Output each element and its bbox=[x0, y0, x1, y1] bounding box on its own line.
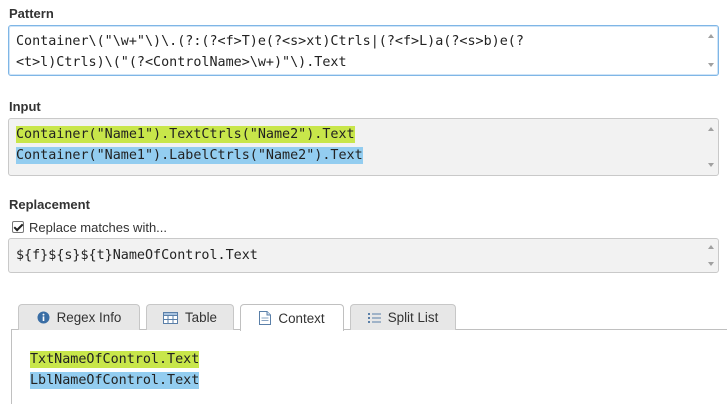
pattern-line: <t>l)Ctrls)\("(?<ControlName>\w+)"\).Tex… bbox=[16, 55, 347, 70]
info-icon bbox=[37, 311, 50, 324]
scroll-up-icon[interactable] bbox=[708, 245, 714, 249]
input-match-1: Container("Name1").TextCtrls("Name2").Te… bbox=[16, 126, 355, 143]
table-icon bbox=[162, 311, 178, 324]
pattern-line: Container\("\w+"\)\.(?:(?<f>T)e(?<s>xt)C… bbox=[16, 34, 524, 49]
replace-matches-checkbox[interactable] bbox=[12, 221, 24, 233]
scroll-up-icon[interactable] bbox=[708, 127, 714, 131]
tab-label: Split List bbox=[387, 310, 439, 325]
tab-label: Regex Info bbox=[56, 310, 122, 325]
document-icon bbox=[259, 311, 272, 325]
scroll-up-icon[interactable] bbox=[708, 34, 714, 38]
replacement-textarea[interactable]: ${f}${s}${t}NameOfControl.Text bbox=[8, 238, 719, 273]
replace-matches-label: Replace matches with... bbox=[29, 219, 168, 235]
pattern-scrollbar[interactable] bbox=[703, 26, 718, 75]
scroll-down-icon[interactable] bbox=[708, 163, 714, 167]
input-textarea[interactable]: Container("Name1").TextCtrls("Name2").Te… bbox=[8, 118, 719, 176]
scroll-down-icon[interactable] bbox=[708, 262, 714, 266]
pattern-label: Pattern bbox=[9, 6, 54, 21]
tab-table[interactable]: Table bbox=[146, 304, 234, 330]
context-result-2: LblNameOfControl.Text bbox=[30, 372, 200, 389]
context-output: TxtNameOfControl.Text LblNameOfControl.T… bbox=[30, 349, 200, 391]
pattern-textarea[interactable]: Container\("\w+"\)\.(?:(?<f>T)e(?<s>xt)C… bbox=[8, 25, 719, 76]
tab-label: Context bbox=[278, 310, 325, 326]
context-result-1: TxtNameOfControl.Text bbox=[30, 351, 200, 368]
replacement-value: ${f}${s}${t}NameOfControl.Text bbox=[16, 248, 258, 263]
replacement-scrollbar[interactable] bbox=[703, 239, 718, 272]
scroll-down-icon[interactable] bbox=[708, 63, 714, 67]
input-scrollbar[interactable] bbox=[703, 119, 718, 175]
tab-context[interactable]: Context bbox=[240, 304, 344, 331]
tab-label: Table bbox=[184, 310, 217, 325]
replace-matches-option[interactable]: Replace matches with... bbox=[12, 219, 167, 235]
tab-regex-info[interactable]: Regex Info bbox=[18, 304, 140, 330]
tab-split-list[interactable]: Split List bbox=[350, 304, 456, 330]
input-label: Input bbox=[9, 99, 41, 114]
input-match-2: Container("Name1").LabelCtrls("Name2").T… bbox=[16, 147, 363, 164]
replacement-label: Replacement bbox=[9, 197, 90, 212]
list-icon bbox=[367, 312, 381, 324]
